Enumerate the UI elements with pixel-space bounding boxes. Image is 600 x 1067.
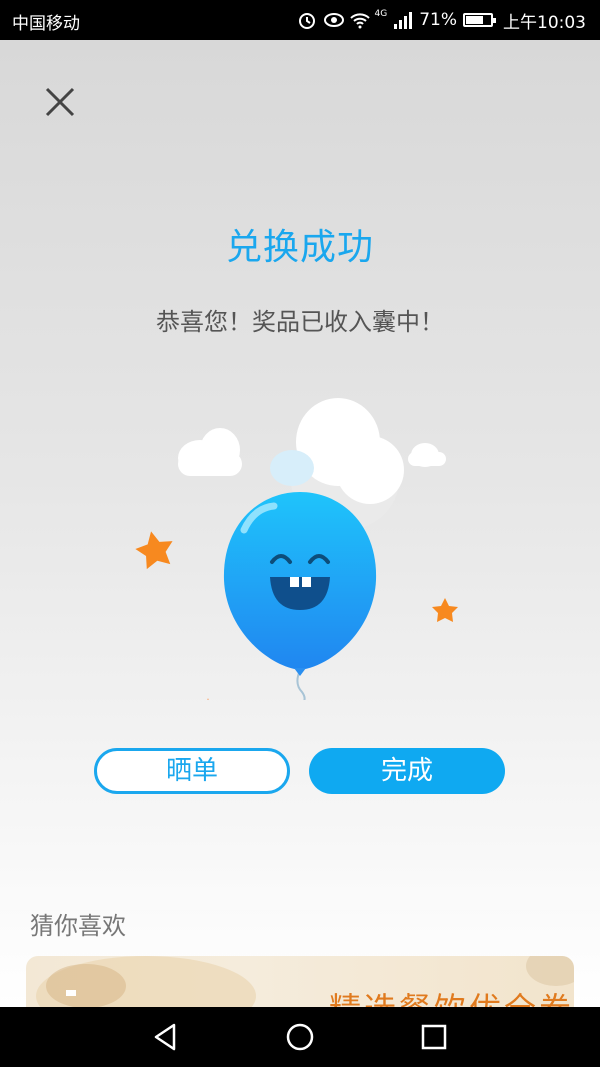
recommend-title: 猜你喜欢 (30, 912, 126, 940)
battery-fill (466, 16, 483, 24)
signal-icon (393, 10, 413, 30)
wifi-icon (349, 10, 370, 30)
cloud-right-icon (408, 443, 446, 467)
home-circle-icon[interactable] (284, 1021, 316, 1053)
battery-percent: 71% (419, 10, 457, 30)
star-tiny-icon (207, 698, 209, 700)
battery-icon (463, 13, 496, 27)
system-nav-bar (0, 1007, 600, 1067)
balloon-illustration (135, 398, 458, 700)
banner-text: 精选餐饮优全券 (329, 984, 574, 1007)
status-icons: 4G 71% 上午10:03 (297, 7, 586, 33)
star-large-icon (135, 531, 173, 570)
clock: 上午10:03 (503, 12, 586, 33)
close-icon[interactable] (40, 82, 80, 122)
share-button[interactable]: 晒单 (94, 748, 290, 794)
cloud-left-icon (178, 428, 242, 476)
alarm-icon (297, 10, 317, 30)
star-small-icon (432, 598, 458, 622)
back-triangle-icon[interactable] (150, 1021, 182, 1053)
exchange-success-page: 兑换成功 恭喜您！奖品已收入囊中！ 晒单 完成 猜你喜欢 (0, 40, 600, 1007)
recommend-banner[interactable]: 精选餐饮优全券 (26, 956, 574, 1007)
network-type: 4G (374, 9, 388, 19)
done-button[interactable]: 完成 (309, 748, 505, 794)
success-title: 兑换成功 (225, 227, 374, 268)
carrier-name: 中国移动 (12, 14, 80, 34)
status-bar: 中国移动 4G 71% 上午10:03 (0, 0, 600, 40)
recents-square-icon[interactable] (418, 1021, 450, 1053)
success-message: 恭喜您！奖品已收入囊中！ (156, 308, 444, 336)
eye-comfort-icon (323, 10, 344, 30)
